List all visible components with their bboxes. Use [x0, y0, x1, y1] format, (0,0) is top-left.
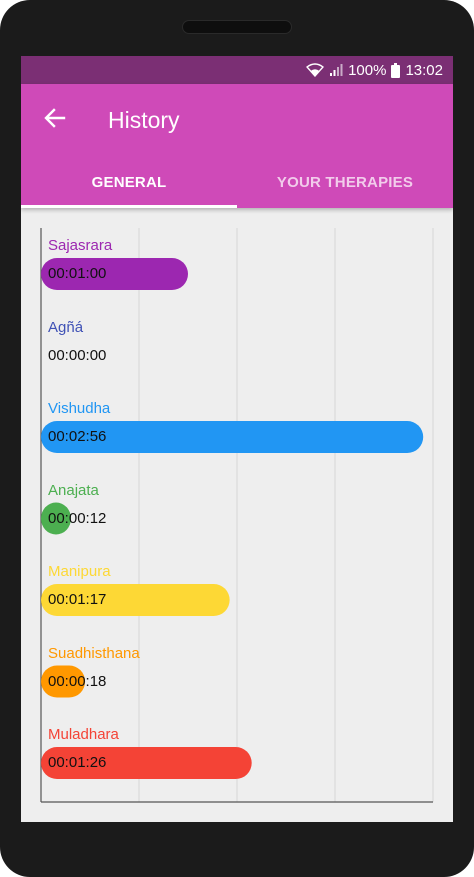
value-label-4: 00:00:12: [48, 509, 107, 527]
signal-icon: [330, 64, 343, 76]
category-label-1: Sajasrara: [48, 237, 113, 254]
page-title: History: [108, 107, 180, 133]
tab-your-therapies[interactable]: YOUR THERAPIES: [237, 156, 453, 208]
value-label-5: 00:01:17: [48, 591, 107, 608]
category-label-2: Agñá: [48, 318, 84, 336]
category-label-6: Suadhisthana: [48, 644, 140, 662]
status-icons: 100% 13:02: [306, 56, 443, 84]
app-bar: History GENERAL YOUR THERAPIES: [21, 84, 453, 208]
tab-general[interactable]: GENERAL: [21, 156, 237, 208]
tab-bar: GENERAL YOUR THERAPIES: [21, 156, 453, 208]
speaker-grille: [182, 20, 292, 34]
app-screen: 100% 13:02 History GENERAL YOUR THERAPIE…: [21, 56, 453, 822]
value-label-2: 00:00:00: [48, 346, 107, 364]
battery-icon: [391, 62, 401, 78]
wifi-icon: [306, 63, 325, 77]
value-label-6: 00:00:18: [48, 672, 107, 690]
history-chart: Sajasrara 00:01:00 Agñá 00:00:00 Vishudha 00:…: [21, 208, 453, 822]
arrow-left-icon: [44, 108, 66, 128]
category-label-5: Manipura: [48, 563, 111, 580]
phone-frame: 100% 13:02 History GENERAL YOUR THERAPIE…: [0, 0, 474, 877]
value-label-7: 00:01:26: [48, 754, 107, 771]
status-bar: 100% 13:02: [21, 56, 453, 84]
clock: 13:02: [405, 61, 443, 79]
value-label-1: 00:01:00: [48, 265, 107, 282]
back-button[interactable]: [39, 102, 71, 134]
value-label-3: 00:02:56: [48, 428, 107, 445]
category-label-3: Vishudha: [48, 400, 111, 417]
category-label-7: Muladhara: [48, 726, 119, 743]
category-label-4: Anajata: [48, 481, 99, 499]
battery-percent: 100%: [348, 61, 387, 79]
